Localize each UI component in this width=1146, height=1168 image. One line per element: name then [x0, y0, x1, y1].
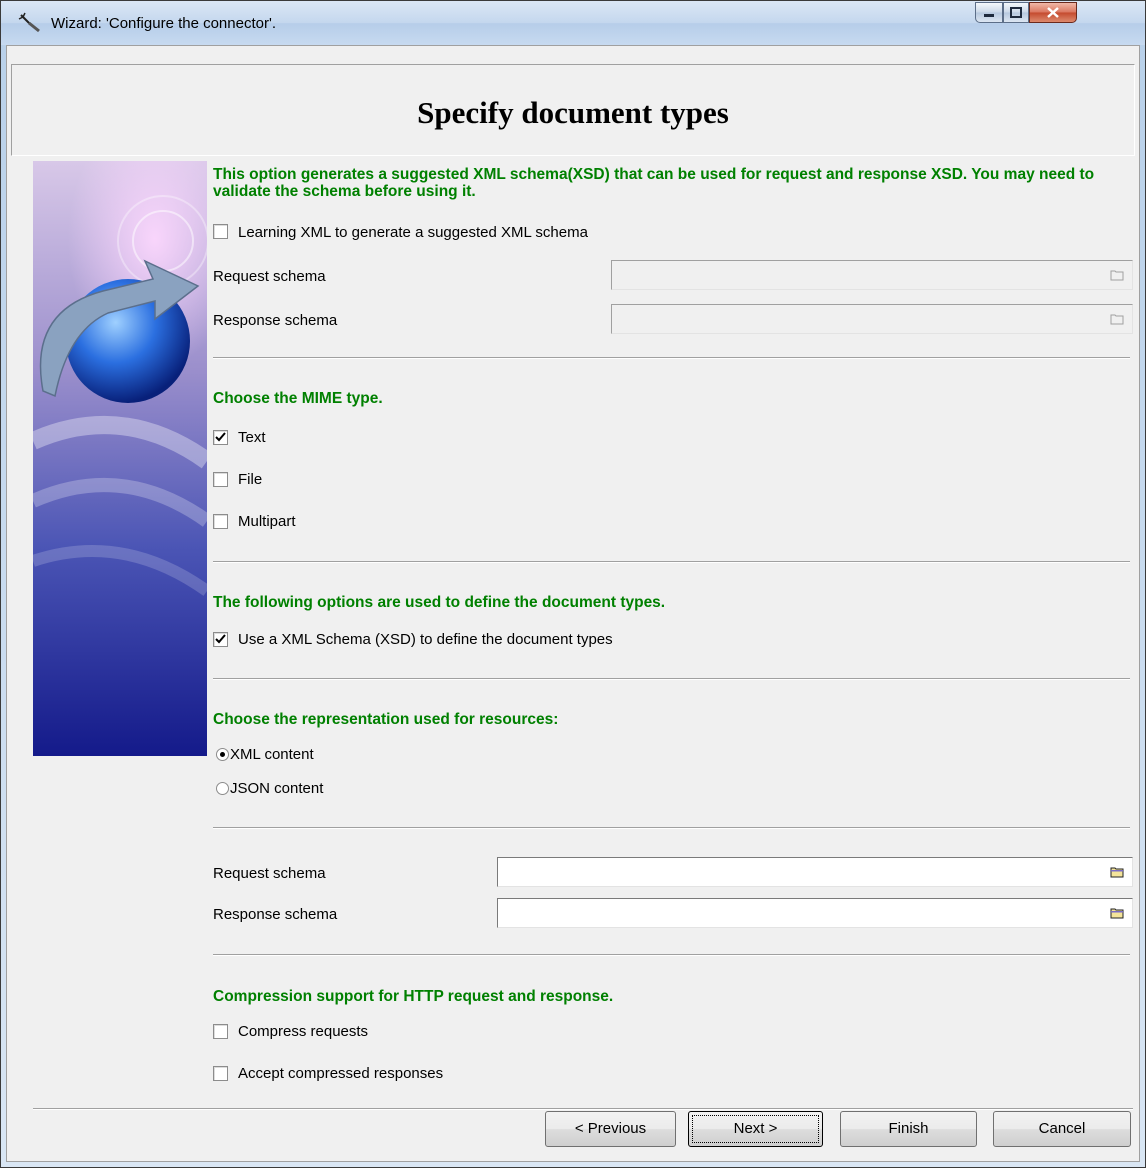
- xml-content-radio[interactable]: [216, 748, 229, 761]
- mime-text-checkbox[interactable]: [213, 430, 228, 445]
- doctypes-heading: The following options are used to define…: [213, 594, 666, 611]
- json-content-label: JSON content: [230, 780, 324, 797]
- wizard-client-area: Specify document types This option gener…: [6, 45, 1140, 1162]
- use-xsd-checkbox[interactable]: [213, 632, 228, 647]
- accept-compressed-checkbox[interactable]: [213, 1066, 228, 1081]
- request-schema-label: Request schema: [213, 865, 326, 882]
- minimize-button[interactable]: [975, 2, 1003, 23]
- mime-file-label: File: [238, 471, 263, 488]
- mime-multipart-label: Multipart: [238, 513, 296, 530]
- use-xsd-label: Use a XML Schema (XSD) to define the doc…: [238, 631, 613, 648]
- separator: [213, 561, 1130, 563]
- finish-button[interactable]: Finish: [840, 1111, 977, 1147]
- accept-compressed-label: Accept compressed responses: [238, 1065, 444, 1082]
- maximize-button[interactable]: [1003, 2, 1029, 23]
- title-bar[interactable]: Wizard: 'Configure the connector'.: [1, 1, 1145, 45]
- checkmark-icon: [215, 634, 226, 644]
- compression-heading: Compression support for HTTP request and…: [213, 988, 614, 1005]
- mime-file-checkbox[interactable]: [213, 472, 228, 487]
- separator: [213, 827, 1130, 829]
- response-schema-field[interactable]: [497, 898, 1133, 928]
- checkmark-icon: [215, 432, 226, 442]
- page-title: Specify document types: [417, 95, 729, 130]
- wizard-window: Wizard: 'Configure the connector'. Speci…: [0, 0, 1146, 1168]
- json-content-radio[interactable]: [216, 782, 229, 795]
- mime-multipart-checkbox[interactable]: [213, 514, 228, 529]
- mime-heading: Choose the MIME type.: [213, 390, 383, 407]
- learning-response-schema-label: Response schema: [213, 312, 338, 329]
- minimize-icon: [984, 14, 994, 17]
- compress-requests-label: Compress requests: [238, 1023, 369, 1040]
- separator: [213, 954, 1130, 956]
- next-button[interactable]: Next >: [688, 1111, 823, 1147]
- learning-xml-checkbox[interactable]: [213, 224, 228, 239]
- mime-text-label: Text: [238, 429, 266, 446]
- xml-content-label: XML content: [230, 746, 314, 763]
- window-title: Wizard: 'Configure the connector'.: [51, 15, 276, 32]
- learning-request-schema-label: Request schema: [213, 268, 326, 285]
- close-button[interactable]: [1029, 2, 1077, 23]
- request-schema-field[interactable]: [497, 857, 1133, 887]
- separator: [213, 357, 1130, 359]
- separator: [213, 678, 1130, 680]
- compress-requests-checkbox[interactable]: [213, 1024, 228, 1039]
- folder-icon[interactable]: [1110, 907, 1124, 919]
- folder-icon[interactable]: [1110, 313, 1124, 325]
- learning-request-schema-field[interactable]: [611, 260, 1133, 290]
- folder-icon[interactable]: [1110, 866, 1124, 878]
- representation-heading: Choose the representation used for resou…: [213, 711, 559, 728]
- folder-icon[interactable]: [1110, 269, 1124, 281]
- close-icon: [1047, 7, 1059, 18]
- footer-separator: [33, 1108, 1133, 1110]
- wizard-icon: [18, 12, 40, 33]
- learning-response-schema-field[interactable]: [611, 304, 1133, 334]
- cancel-button[interactable]: Cancel: [993, 1111, 1131, 1147]
- response-schema-label: Response schema: [213, 906, 338, 923]
- page-header: Specify document types: [11, 64, 1135, 156]
- learning-xml-label: Learning XML to generate a suggested XML…: [238, 224, 588, 241]
- wizard-banner-image: [33, 161, 207, 756]
- learning-description: This option generates a suggested XML sc…: [213, 166, 1095, 200]
- previous-button[interactable]: < Previous: [545, 1111, 676, 1147]
- maximize-icon: [1010, 7, 1022, 18]
